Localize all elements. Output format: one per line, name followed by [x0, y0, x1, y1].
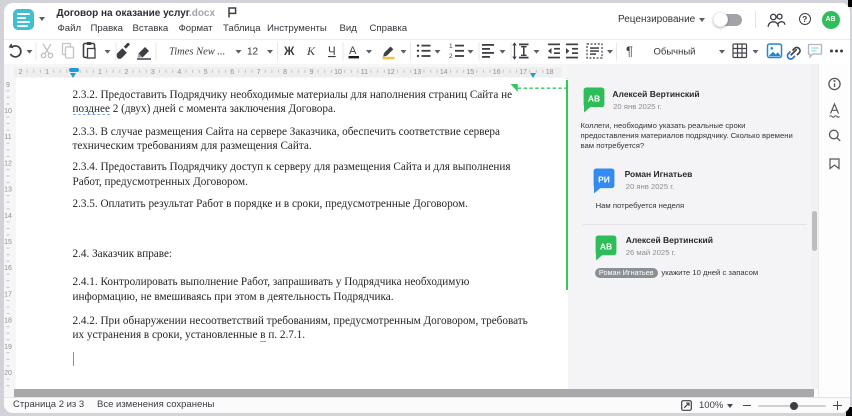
svg-text:3: 3: [151, 69, 155, 76]
svg-text:10: 10: [334, 69, 342, 76]
svg-text:15: 15: [4, 239, 12, 246]
svg-text:АВ: АВ: [599, 241, 611, 251]
svg-text:14: 14: [4, 213, 12, 220]
svg-text:20: 20: [4, 370, 12, 377]
svg-text:5: 5: [204, 69, 208, 76]
svg-text:К: К: [306, 44, 316, 58]
svg-text:9: 9: [310, 69, 314, 76]
svg-text:Ж: Ж: [283, 46, 295, 58]
svg-text:2: 2: [124, 69, 128, 76]
svg-text:12: 12: [247, 47, 259, 58]
svg-text:АВ: АВ: [587, 94, 599, 104]
svg-text:9: 9: [6, 82, 10, 89]
svg-text:14: 14: [440, 69, 448, 76]
svg-text:1: 1: [449, 43, 453, 50]
svg-text:2: 2: [19, 69, 23, 76]
svg-text:7: 7: [257, 69, 261, 76]
svg-text:18: 18: [4, 318, 12, 325]
svg-text:Ч: Ч: [328, 46, 336, 58]
svg-text:¶: ¶: [626, 44, 633, 59]
svg-text:12: 12: [4, 160, 12, 167]
svg-text:16: 16: [493, 69, 501, 76]
svg-text:Обычный: Обычный: [654, 47, 696, 58]
svg-text:11: 11: [361, 69, 368, 76]
svg-text:15: 15: [466, 69, 474, 76]
svg-text:2: 2: [449, 53, 453, 60]
svg-text:1: 1: [45, 69, 49, 76]
svg-text:18: 18: [546, 69, 554, 76]
svg-text:11: 11: [4, 134, 11, 141]
svg-text:4: 4: [177, 69, 181, 76]
svg-text:8: 8: [283, 69, 287, 76]
svg-text:13: 13: [413, 69, 421, 76]
svg-text:1: 1: [98, 69, 102, 76]
svg-text:10: 10: [4, 108, 12, 115]
svg-text:19: 19: [4, 344, 12, 351]
svg-text:6: 6: [230, 69, 234, 76]
svg-text:17: 17: [519, 69, 527, 76]
svg-text:РИ: РИ: [598, 175, 610, 185]
svg-text:12: 12: [387, 69, 395, 76]
svg-text:А: А: [349, 45, 357, 57]
svg-text:Times New ...: Times New ...: [169, 47, 225, 58]
svg-text:16: 16: [4, 265, 12, 272]
svg-text:17: 17: [4, 291, 12, 298]
svg-text:13: 13: [4, 187, 12, 194]
